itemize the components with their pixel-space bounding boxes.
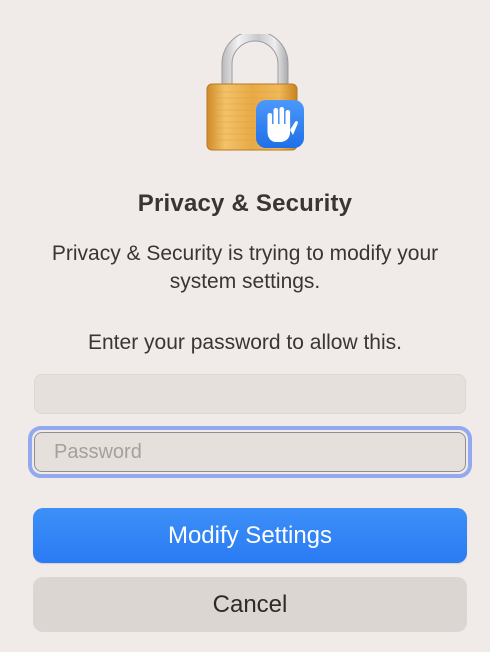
cancel-button[interactable]: Cancel — [33, 577, 467, 632]
dialog-title: Privacy & Security — [137, 190, 353, 217]
password-prompt: Enter your password to allow this. — [88, 331, 402, 354]
password-field[interactable] — [34, 432, 466, 472]
modify-settings-button[interactable]: Modify Settings — [33, 508, 467, 563]
authorization-dialog: Privacy & Security Privacy & Security is… — [0, 0, 490, 652]
lock-with-hand-icon — [200, 30, 310, 154]
username-field[interactable] — [34, 374, 466, 414]
dialog-message: Privacy & Security is trying to modify y… — [51, 242, 439, 293]
